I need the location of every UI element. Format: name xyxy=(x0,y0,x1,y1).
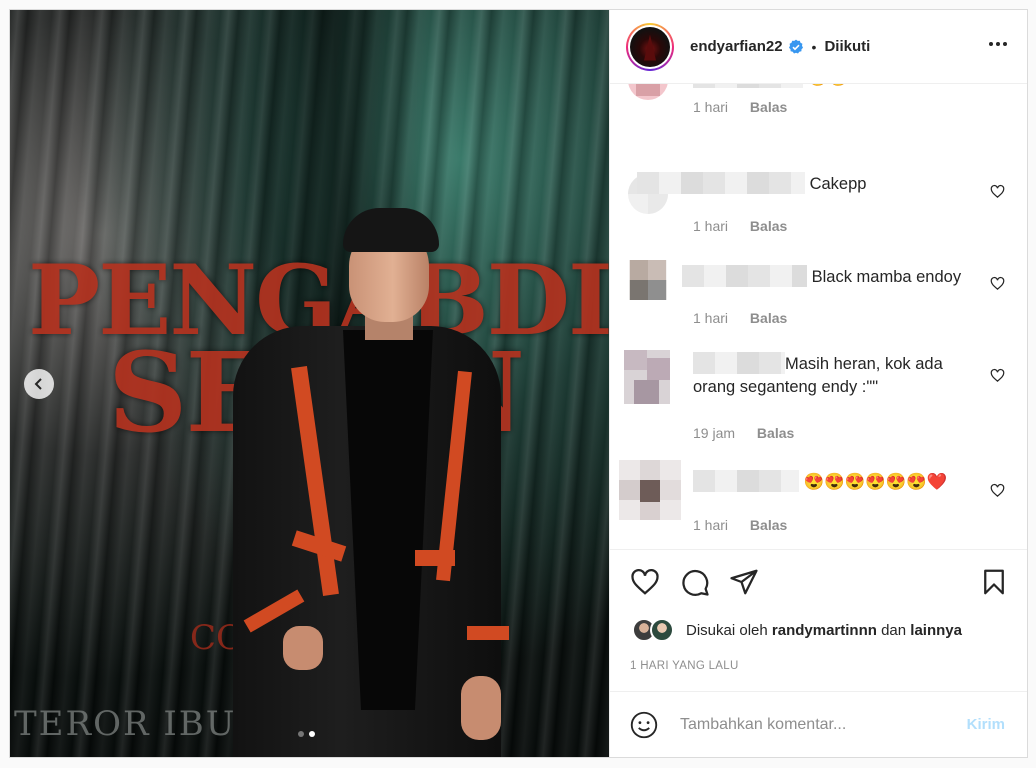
carousel-prev-button[interactable] xyxy=(24,369,54,399)
avatar-frame xyxy=(628,24,672,69)
hand-left xyxy=(283,626,323,670)
comment-text: Cakepp xyxy=(637,172,927,196)
comment-input[interactable] xyxy=(680,712,950,738)
header-separator: • xyxy=(811,38,817,55)
comment-body: Black mamba endoy xyxy=(811,268,962,286)
pocket-trim-right xyxy=(415,550,455,566)
likes-conj: dan xyxy=(881,621,907,639)
reply-button[interactable]: Balas xyxy=(757,425,794,441)
following-button[interactable]: Diikuti xyxy=(824,38,870,55)
verified-badge-icon xyxy=(788,39,803,53)
likes-prefix: Disukai oleh xyxy=(686,621,768,639)
post-actions xyxy=(610,549,1027,609)
post-dialog: PENGABDI SETAN CO TEROR IBU SETAN MAS xyxy=(9,9,1028,758)
comment-username-blurred[interactable] xyxy=(693,84,803,88)
comment-username-blurred[interactable] xyxy=(682,265,807,287)
liker-avatar xyxy=(650,618,674,642)
comment-meta: 1 hari Balas xyxy=(693,99,787,115)
avatar xyxy=(630,26,670,67)
comment-like-heart-icon[interactable] xyxy=(990,84,1005,85)
comment-like-heart-icon[interactable] xyxy=(990,368,1005,383)
chevron-left-icon xyxy=(34,378,42,390)
comment-text: 😍😍😍😍😍😍❤️ xyxy=(693,470,983,494)
post-side-panel: endyarfian22 • Diikuti 😊😊 1 hari xyxy=(609,10,1027,757)
comment-meta: 1 hari Balas xyxy=(693,310,787,326)
reply-button[interactable]: Balas xyxy=(750,99,787,115)
carousel-indicators xyxy=(298,731,315,737)
comment-time: 1 hari xyxy=(693,310,729,326)
reply-button[interactable]: Balas xyxy=(750,218,787,234)
likes-others-link[interactable]: lainnya xyxy=(910,622,962,639)
comment-text: Masih heran, kok ada orang seganteng end… xyxy=(693,352,983,399)
comment-meta: 1 hari Balas xyxy=(693,218,787,234)
post-media[interactable]: PENGABDI SETAN CO TEROR IBU SETAN MAS xyxy=(10,10,609,757)
comment-like-heart-icon[interactable] xyxy=(990,184,1005,199)
carousel-dot-1[interactable] xyxy=(298,731,304,737)
likes-summary: Disukai oleh randymartinnn dan lainnya xyxy=(632,618,962,642)
comment-meta: 19 jam Balas xyxy=(693,425,794,441)
liker-avatars[interactable] xyxy=(632,618,680,642)
comment-avatar[interactable] xyxy=(619,460,681,520)
comment-like-heart-icon[interactable] xyxy=(990,276,1005,291)
reply-button[interactable]: Balas xyxy=(750,310,787,326)
send-icon[interactable] xyxy=(729,567,759,597)
comment-text: 😊😊 xyxy=(693,84,983,90)
heart-icon[interactable] xyxy=(630,567,660,597)
comment-time: 1 hari xyxy=(693,99,729,115)
comment-text: Black mamba endoy xyxy=(682,265,972,289)
bookmark-icon[interactable] xyxy=(979,567,1009,597)
comment-icon[interactable] xyxy=(680,567,710,597)
add-comment-bar: Kirim xyxy=(610,691,1027,757)
comment-body: Cakepp xyxy=(809,175,867,193)
person-figure xyxy=(215,206,515,757)
comment-like-heart-icon[interactable] xyxy=(990,483,1005,498)
post-header: endyarfian22 • Diikuti xyxy=(610,10,1027,84)
comments-list[interactable]: 😊😊 1 hari Balas Cakepp 1 hari xyxy=(610,84,1027,549)
comment-username-blurred[interactable] xyxy=(693,470,799,492)
emoji-partial: 😊😊 xyxy=(808,84,849,87)
post-comment-button[interactable]: Kirim xyxy=(967,716,1005,733)
comment-body: 😍😍😍😍😍😍❤️ xyxy=(803,473,948,491)
comment-avatar[interactable] xyxy=(624,350,670,404)
liker-username-link[interactable]: randymartinnn xyxy=(772,622,877,639)
hand-right xyxy=(461,676,501,740)
reply-button[interactable]: Balas xyxy=(750,517,787,533)
carousel-dot-2-active[interactable] xyxy=(309,731,315,737)
comment-avatar[interactable] xyxy=(628,84,668,100)
cuff-right xyxy=(467,626,509,640)
hair xyxy=(343,208,439,252)
story-ring[interactable] xyxy=(626,22,674,71)
emoji-icon[interactable] xyxy=(630,711,658,739)
comment-username-blurred[interactable] xyxy=(637,172,805,194)
more-options-icon[interactable] xyxy=(989,42,1007,46)
comment-time: 19 jam xyxy=(693,425,736,441)
comment-username-blurred[interactable] xyxy=(693,352,785,374)
username-link[interactable]: endyarfian22 xyxy=(690,38,783,55)
comment-avatar[interactable] xyxy=(628,260,668,300)
post-timestamp[interactable]: 1 HARI YANG LALU xyxy=(630,660,739,672)
comment-time: 1 hari xyxy=(693,218,729,234)
comment-time: 1 hari xyxy=(693,517,729,533)
comment-meta: 1 hari Balas xyxy=(693,517,787,533)
